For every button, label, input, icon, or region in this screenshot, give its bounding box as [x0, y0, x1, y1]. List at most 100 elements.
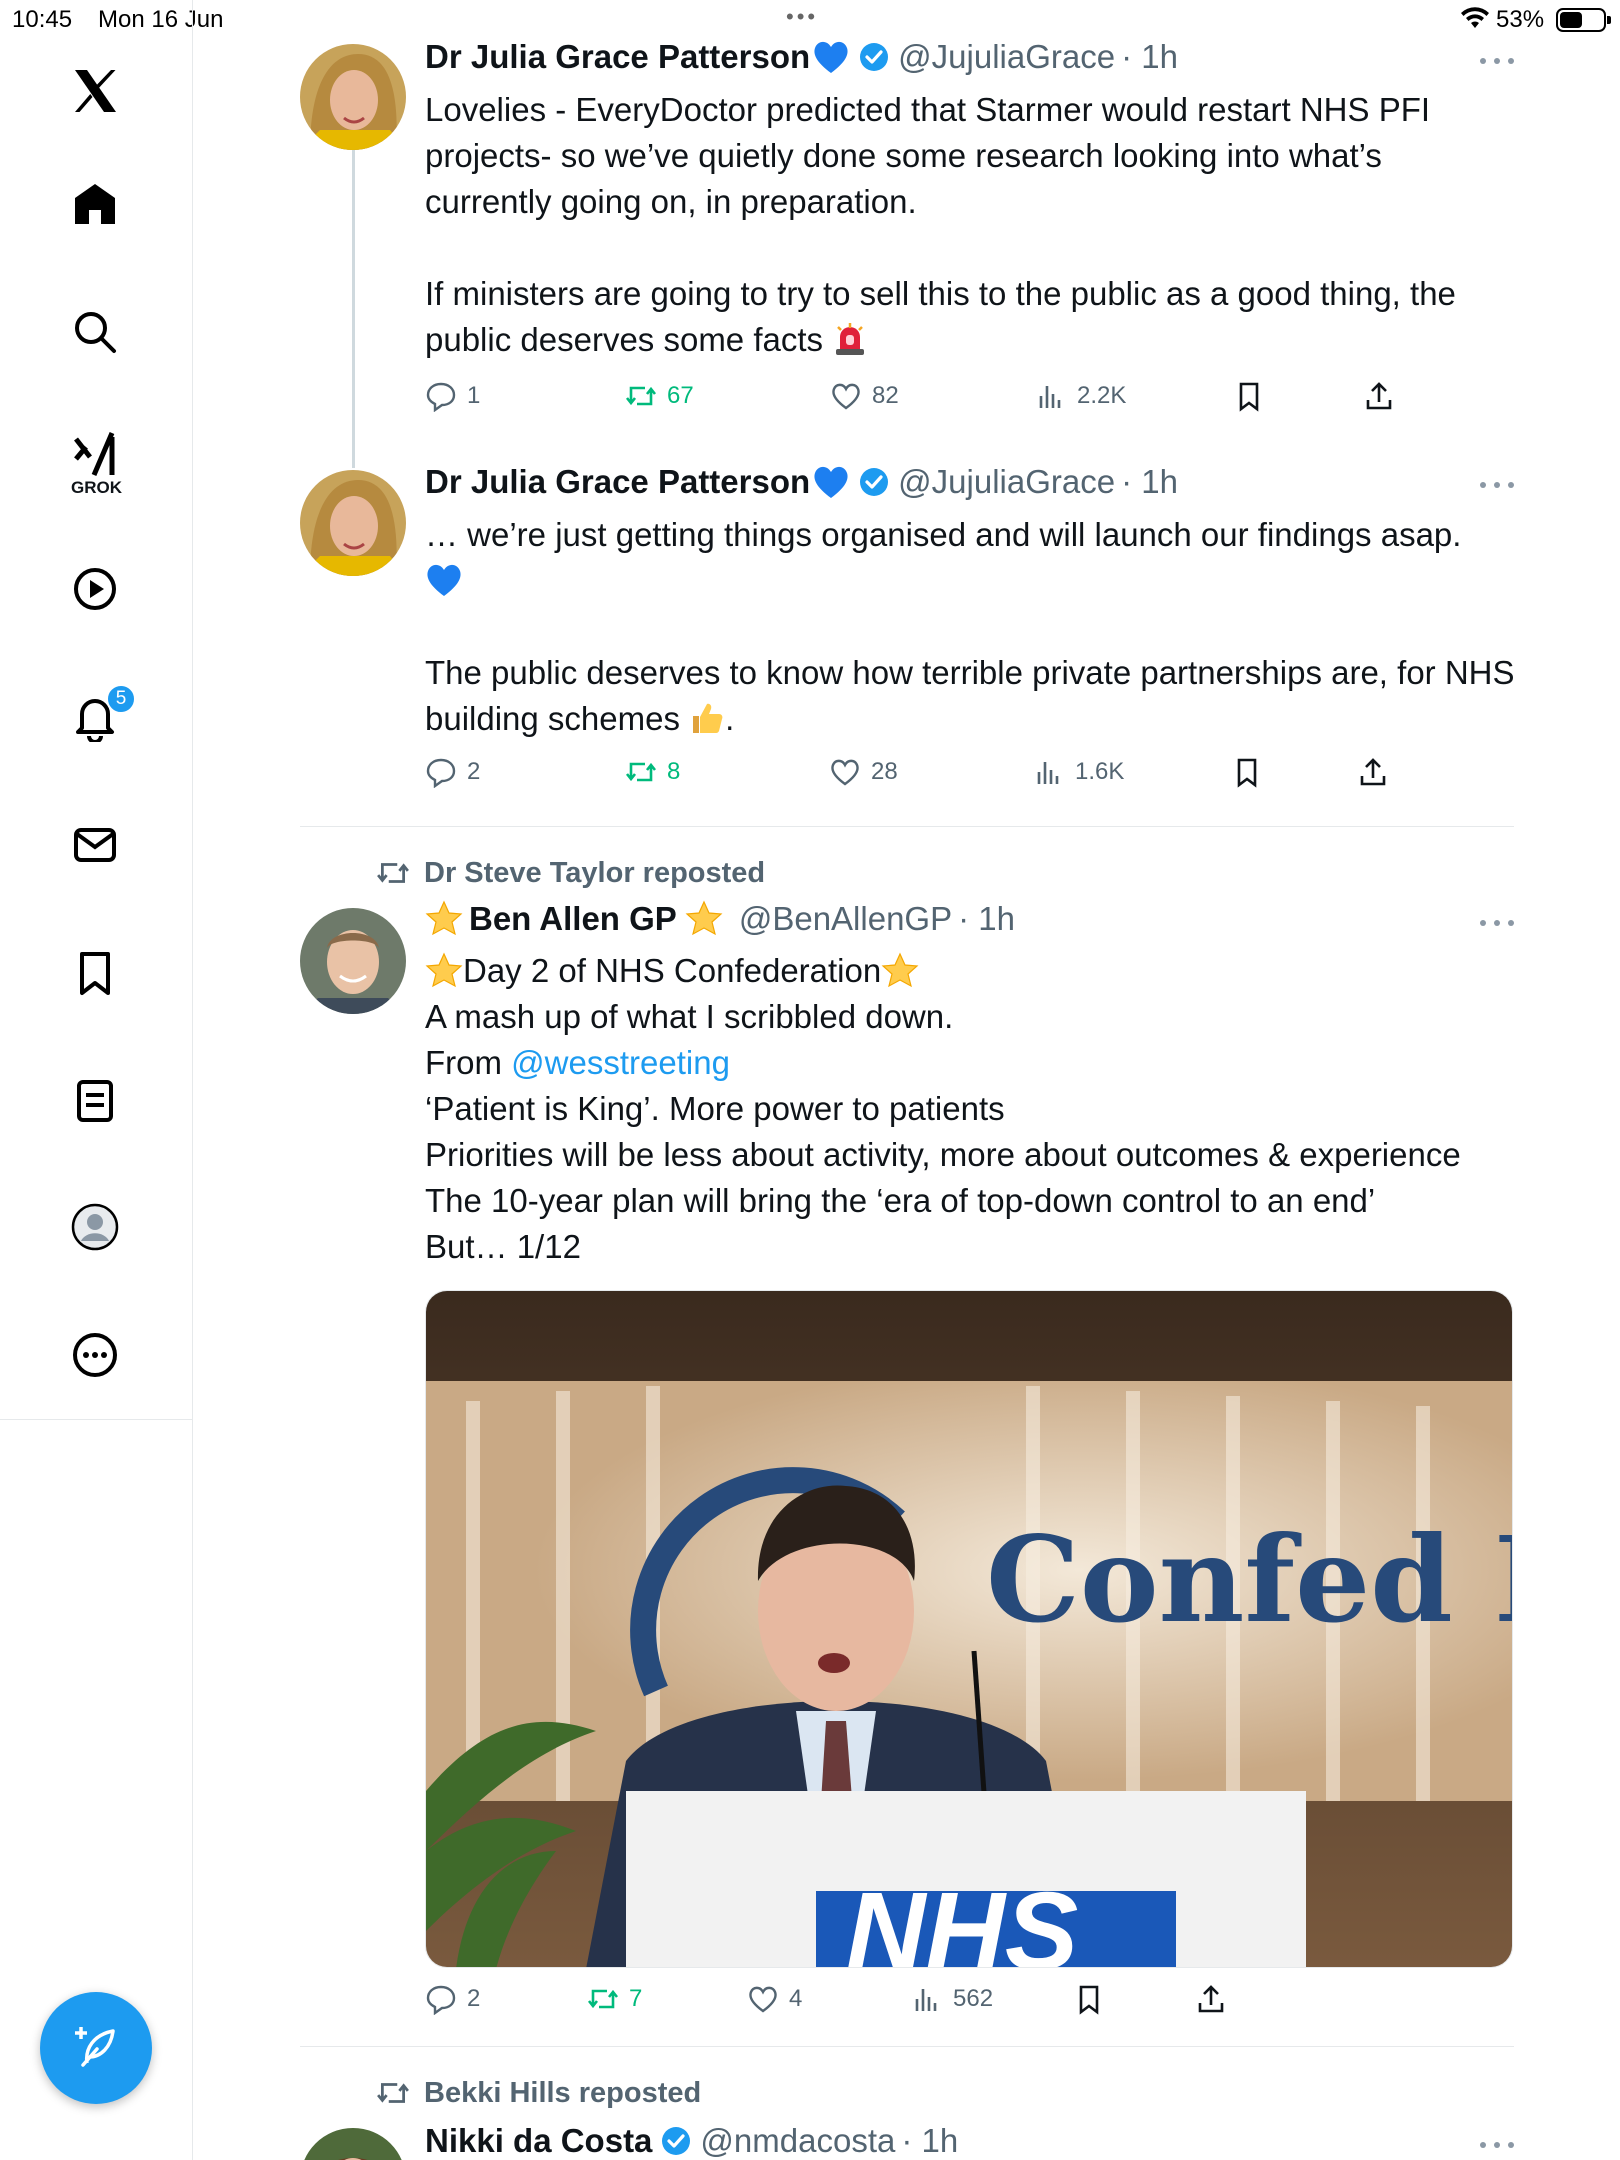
list-icon[interactable]: [66, 1072, 124, 1130]
share-button[interactable]: [1195, 1983, 1227, 2015]
star-emoji-icon: [685, 900, 723, 936]
share-button[interactable]: [1357, 756, 1389, 788]
compose-button[interactable]: [40, 1992, 152, 2104]
author-name[interactable]: Nikki da Costa: [425, 2122, 652, 2160]
share-icon: [1360, 758, 1386, 786]
bookmark-icon[interactable]: [66, 944, 124, 1002]
tweet-photo[interactable]: Confed Expo NHS: [425, 1290, 1513, 1968]
tweet-actions: 2 7 4 562: [425, 1983, 1515, 2023]
repost-context[interactable]: Bekki Hills reposted: [376, 2076, 701, 2110]
author-handle[interactable]: @JujuliaGrace: [898, 38, 1115, 76]
tweet-time: · 1h: [901, 2122, 959, 2159]
like-count: 82: [872, 382, 899, 409]
tweet-paragraph: … we’re just getting things organised an…: [425, 516, 1462, 553]
x-logo-icon[interactable]: [66, 62, 124, 120]
reply-button[interactable]: 2: [425, 1983, 480, 2015]
tweet-paragraph: The public deserves to know how terrible…: [425, 654, 1515, 737]
grok-icon[interactable]: [66, 425, 124, 483]
repost-context[interactable]: Dr Steve Taylor reposted: [376, 856, 765, 890]
bookmark-icon: [1237, 758, 1257, 788]
share-button[interactable]: [1363, 380, 1395, 412]
reply-count: 2: [467, 1985, 481, 2012]
author-handle[interactable]: @BenAllenGP: [739, 900, 952, 938]
views-icon: [1037, 762, 1059, 784]
star-emoji-icon: [425, 952, 463, 988]
avatar[interactable]: [300, 2128, 406, 2160]
more-options-icon[interactable]: [1480, 482, 1514, 490]
repost-button[interactable]: 7: [587, 1983, 642, 2015]
avatar[interactable]: [300, 470, 406, 576]
mention-link[interactable]: @wesstreeting: [511, 1044, 730, 1081]
views-button[interactable]: 562: [911, 1983, 993, 2015]
heart-icon: [831, 759, 859, 786]
multitask-dots-icon[interactable]: •••: [786, 4, 818, 30]
reposted-by: Dr Steve Taylor reposted: [424, 856, 766, 889]
bookmark-button[interactable]: [1073, 1983, 1105, 2015]
repost-button[interactable]: 8: [625, 756, 680, 788]
avatar[interactable]: [300, 44, 406, 150]
blue-heart-icon: [427, 564, 461, 596]
share-icon: [1366, 382, 1392, 410]
tweet-line: The 10-year plan will bring the ‘era of …: [425, 1182, 1376, 1219]
verified-badge-icon: [662, 2127, 691, 2155]
more-options-icon[interactable]: [1480, 920, 1514, 928]
like-button[interactable]: 4: [747, 1983, 802, 2015]
profile-icon[interactable]: [66, 1198, 124, 1256]
author-handle[interactable]: @nmdacosta: [700, 2122, 895, 2160]
compose-icon: [75, 2027, 115, 2067]
search-icon[interactable]: [66, 303, 124, 361]
views-count: 2.2K: [1077, 382, 1127, 409]
tweet-time: · 1h: [1121, 463, 1178, 500]
more-icon[interactable]: [66, 1326, 124, 1384]
like-button[interactable]: 28: [829, 756, 898, 788]
grok-label: GROK: [71, 478, 122, 497]
tweet-line: ‘Patient is King’. More power to patient…: [425, 1090, 1005, 1127]
author-name[interactable]: Dr Julia Grace Patterson: [425, 38, 810, 76]
home-icon[interactable]: [66, 175, 124, 233]
views-button[interactable]: 2.2K: [1035, 380, 1126, 412]
blue-heart-icon: [814, 41, 848, 73]
reply-count: 2: [467, 758, 481, 785]
sign-text: Confed Expo: [986, 1510, 1513, 1649]
tweet-header: Dr Julia Grace Patterson @JujuliaGrace ·…: [425, 38, 1178, 76]
reply-icon: [426, 382, 456, 412]
tweet-header: Dr Julia Grace Patterson @JujuliaGrace ·…: [425, 463, 1178, 501]
views-count: 562: [953, 1985, 994, 2012]
tweet-line: Day 2 of NHS Confederation: [463, 952, 882, 989]
video-icon[interactable]: [66, 560, 124, 618]
more-options-icon[interactable]: [1480, 58, 1514, 66]
author-name[interactable]: Ben Allen GP: [469, 900, 677, 938]
siren-emoji-icon: [836, 323, 865, 355]
views-icon: [1039, 386, 1061, 408]
tweet-paragraph: If ministers are going to try to sell th…: [425, 275, 1456, 358]
tweet-line: Priorities will be less about activity, …: [425, 1136, 1461, 1173]
tweet-header: Ben Allen GP @BenAllenGP · 1h: [425, 900, 1015, 938]
mail-icon[interactable]: [66, 816, 124, 874]
bookmark-button[interactable]: [1231, 756, 1263, 788]
tweet-text: … we’re just getting things organised an…: [425, 512, 1515, 742]
reply-icon: [426, 1985, 456, 2015]
tweet-text: Day 2 of NHS Confederation A mash up of …: [425, 948, 1515, 1270]
more-options-icon[interactable]: [1480, 2142, 1514, 2150]
thread-line: [352, 150, 355, 468]
repost-count: 8: [667, 758, 681, 785]
bookmark-button[interactable]: [1233, 380, 1265, 412]
podium-text: NHS: [846, 1870, 1078, 1968]
tweet-header: Nikki da Costa @nmdacosta · 1h: [425, 2122, 958, 2160]
reposted-by: Bekki Hills reposted: [424, 2076, 702, 2109]
author-handle[interactable]: @JujuliaGrace: [898, 463, 1115, 501]
notifications-badge: 5: [106, 684, 136, 714]
tweet-text: Lovelies - EveryDoctor predicted that St…: [425, 87, 1515, 363]
like-button[interactable]: 82: [830, 380, 899, 412]
repost-button[interactable]: 67: [625, 380, 694, 412]
repost-icon: [587, 1989, 619, 2009]
reply-button[interactable]: 1: [425, 380, 480, 412]
wifi-icon: [1461, 7, 1489, 28]
tweet-paragraph: Lovelies - EveryDoctor predicted that St…: [425, 91, 1431, 220]
author-name[interactable]: Dr Julia Grace Patterson: [425, 463, 810, 501]
views-button[interactable]: 1.6K: [1033, 756, 1124, 788]
tweet-time: · 1h: [958, 900, 1015, 937]
avatar[interactable]: [300, 908, 406, 1014]
verified-badge-icon: [860, 468, 889, 496]
reply-button[interactable]: 2: [425, 756, 480, 788]
